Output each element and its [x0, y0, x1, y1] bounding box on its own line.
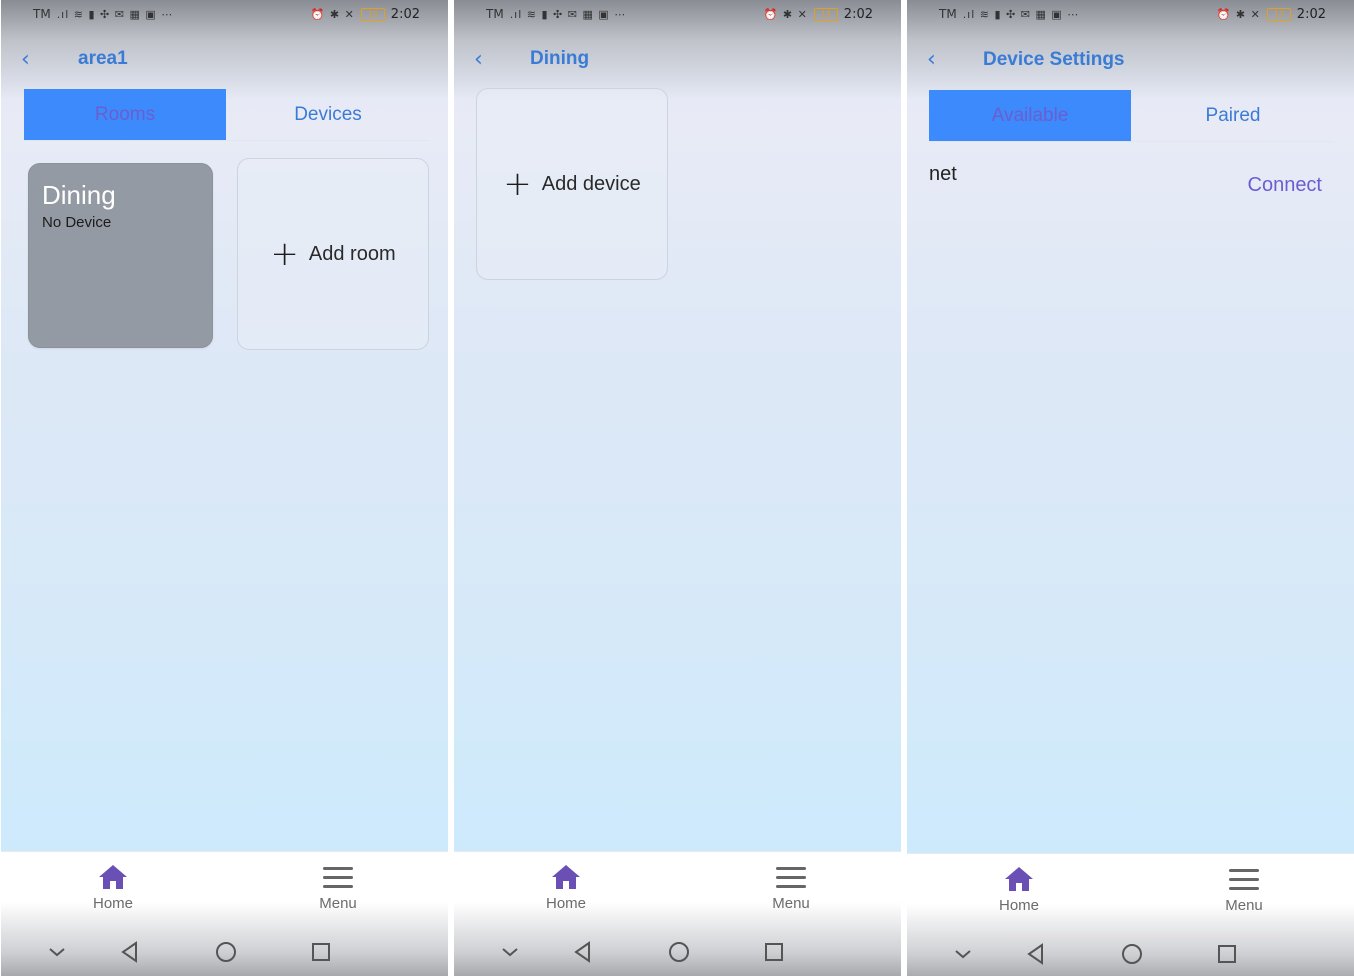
status-icons: .ıl ≋ ▮ ✣ ✉ ▦ ▣ ⋯: [962, 7, 1080, 21]
back-icon[interactable]: ‹: [927, 48, 943, 72]
status-left: TM .ıl ≋ ▮ ✣ ✉ ▦ ▣ ⋯: [939, 7, 1079, 21]
carrier-label: TM: [33, 7, 51, 21]
menu-icon: [323, 862, 353, 892]
clock: 2:02: [843, 7, 873, 22]
plus-icon: +: [270, 234, 299, 274]
home-circle-icon[interactable]: [667, 940, 691, 964]
home-circle-icon[interactable]: [214, 940, 238, 964]
nav-menu-label: Menu: [319, 895, 357, 912]
carrier-label: TM: [486, 7, 504, 21]
screen-device-settings: TM .ıl ≋ ▮ ✣ ✉ ▦ ▣ ⋯ ⏰ ✱ ✕ 13 2:02 ‹ Dev…: [907, 0, 1354, 976]
page-title: area1: [78, 48, 128, 69]
status-right-icons: ⏰ ✱ ✕: [1216, 8, 1261, 21]
status-right: ⏰ ✱ ✕ 13 2:02: [764, 7, 873, 22]
nav-menu-label: Menu: [772, 895, 810, 912]
nav-home[interactable]: Home: [969, 864, 1069, 914]
battery-icon: 13: [1266, 8, 1291, 21]
tab-bar: Available Paired: [929, 90, 1334, 142]
tab-rooms[interactable]: Rooms: [24, 89, 226, 140]
room-name: Dining: [42, 180, 116, 210]
status-icons: .ıl ≋ ▮ ✣ ✉ ▦ ▣ ⋯: [56, 7, 174, 21]
connect-button[interactable]: Connect: [1248, 174, 1323, 197]
status-right-icons: ⏰ ✱ ✕: [763, 8, 808, 21]
home-icon: [1005, 867, 1033, 891]
add-room-card[interactable]: + Add room: [237, 158, 429, 350]
back-icon[interactable]: ‹: [21, 48, 37, 72]
bottom-nav: Home Menu: [907, 853, 1354, 976]
status-right-icons: ⏰ ✱ ✕: [310, 8, 355, 21]
bottom-nav: Home Menu: [1, 851, 448, 976]
chevron-down-icon[interactable]: [45, 940, 69, 964]
tab-paired[interactable]: Paired: [1132, 90, 1334, 141]
recents-square-icon[interactable]: [309, 940, 333, 964]
status-icons: .ıl ≋ ▮ ✣ ✉ ▦ ▣ ⋯: [509, 7, 627, 21]
status-left: TM .ıl ≋ ▮ ✣ ✉ ▦ ▣ ⋯: [486, 7, 626, 21]
tab-devices[interactable]: Devices: [227, 89, 429, 140]
add-device-card[interactable]: + Add device: [476, 88, 668, 280]
nav-menu-label: Menu: [1225, 897, 1263, 914]
nav-menu[interactable]: Menu: [288, 862, 388, 912]
status-right: ⏰ ✱ ✕ 13 2:02: [311, 7, 420, 22]
recents-square-icon[interactable]: [762, 940, 786, 964]
status-left: TM .ıl ≋ ▮ ✣ ✉ ▦ ▣ ⋯: [33, 7, 173, 21]
menu-icon: [1229, 864, 1259, 894]
system-nav: [907, 942, 1354, 968]
back-triangle-icon[interactable]: [571, 940, 595, 964]
recents-square-icon[interactable]: [1215, 942, 1239, 966]
back-triangle-icon[interactable]: [118, 940, 142, 964]
battery-icon: 13: [360, 8, 385, 21]
tab-available[interactable]: Available: [929, 90, 1131, 141]
nav-home[interactable]: Home: [63, 862, 163, 912]
page-title: Device Settings: [983, 49, 1125, 70]
back-triangle-icon[interactable]: [1024, 942, 1048, 966]
system-nav: [1, 940, 448, 966]
system-nav: [454, 940, 901, 966]
nav-home-label: Home: [92, 895, 133, 912]
room-device-count: No Device: [42, 214, 112, 231]
chevron-down-icon[interactable]: [498, 940, 522, 964]
nav-home-label: Home: [998, 897, 1039, 914]
room-card[interactable]: Dining No Device: [28, 163, 213, 348]
home-icon: [99, 865, 127, 889]
nav-home-label: Home: [545, 895, 586, 912]
add-room-label: Add room: [308, 242, 396, 265]
device-name: net: [929, 163, 957, 185]
home-icon: [552, 865, 580, 889]
page-title: Dining: [530, 48, 590, 69]
add-device-label: Add device: [541, 172, 641, 195]
clock: 2:02: [1296, 7, 1326, 22]
nav-menu[interactable]: Menu: [1194, 864, 1294, 914]
menu-icon: [776, 862, 806, 892]
battery-icon: 13: [813, 8, 838, 21]
nav-home[interactable]: Home: [516, 862, 616, 912]
plus-icon: +: [503, 164, 532, 204]
carrier-label: TM: [939, 7, 957, 21]
bottom-nav: Home Menu: [454, 851, 901, 976]
screen-room: TM .ıl ≋ ▮ ✣ ✉ ▦ ▣ ⋯ ⏰ ✱ ✕ 13 2:02 ‹ Din…: [454, 0, 901, 976]
status-right: ⏰ ✱ ✕ 13 2:02: [1217, 7, 1326, 22]
tab-bar: Rooms Devices: [24, 89, 429, 141]
nav-menu[interactable]: Menu: [741, 862, 841, 912]
screen-area: TM .ıl ≋ ▮ ✣ ✉ ▦ ▣ ⋯ ⏰ ✱ ✕ 13 2:02 ‹ are…: [1, 0, 448, 976]
home-circle-icon[interactable]: [1120, 942, 1144, 966]
back-icon[interactable]: ‹: [474, 48, 490, 72]
chevron-down-icon[interactable]: [951, 942, 975, 966]
clock: 2:02: [390, 7, 420, 22]
